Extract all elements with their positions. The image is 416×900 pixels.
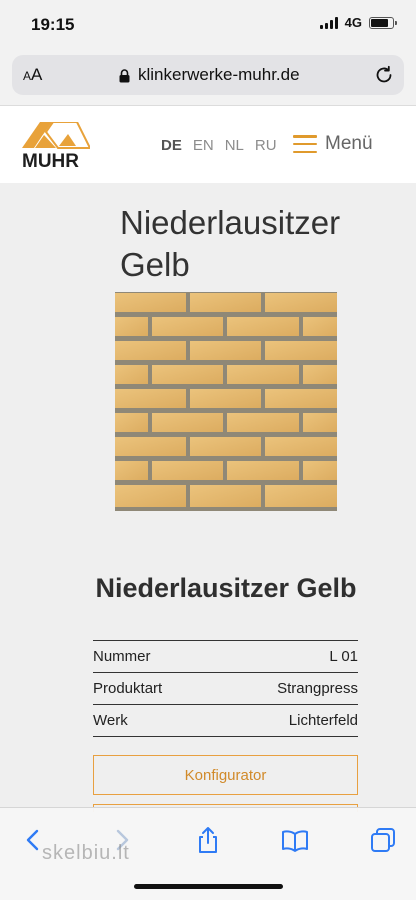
home-indicator — [134, 884, 283, 889]
spec-value: L 01 — [329, 648, 358, 665]
product-title: Niederlausitzer Gelb — [95, 573, 357, 603]
page-title: Niederlausitzer Gelb — [120, 204, 341, 283]
text-size-button[interactable]: AA — [23, 65, 42, 85]
share-icon[interactable] — [194, 826, 222, 854]
spec-value: Strangpress — [277, 680, 358, 697]
address-bar[interactable]: AA klinkerwerke-muhr.de — [12, 55, 404, 95]
url-text: klinkerwerke-muhr.de — [138, 65, 300, 84]
brick-pattern — [115, 292, 337, 511]
spec-table: Nummer L 01 Produktart Strangpress Werk … — [93, 640, 358, 737]
tabs-icon[interactable] — [369, 826, 397, 854]
lang-de[interactable]: DE — [161, 137, 182, 154]
brick-sample-image — [115, 292, 337, 511]
spec-row-product-type: Produktart Strangpress — [93, 673, 358, 705]
lang-ru[interactable]: RU — [255, 137, 277, 154]
logo-text[interactable]: MUHR — [22, 151, 79, 173]
configurator-button[interactable]: Konfigurator — [93, 755, 358, 795]
watermark: skelbiu.lt — [42, 842, 130, 864]
bookmarks-icon[interactable] — [281, 826, 309, 854]
status-indicators: 4G — [319, 15, 397, 30]
menu-button[interactable]: Menü — [293, 133, 373, 155]
site-header: MUHR DE EN NL RU Menü — [0, 105, 416, 183]
lang-en[interactable]: EN — [193, 137, 214, 154]
status-bar: 19:15 4G — [0, 0, 416, 50]
battery-icon — [369, 16, 397, 29]
spec-label: Produktart — [93, 680, 163, 697]
spec-label: Nummer — [93, 648, 151, 665]
spec-value: Lichterfeld — [288, 712, 358, 729]
menu-label: Menü — [325, 133, 373, 154]
browser-address-area: AA klinkerwerke-muhr.de — [0, 50, 416, 105]
status-time: 19:15 — [31, 15, 75, 34]
lock-icon — [119, 69, 130, 83]
spec-row-plant: Werk Lichterfeld — [93, 705, 358, 737]
language-switcher: DE EN NL RU — [161, 137, 277, 154]
spec-label: Werk — [93, 712, 128, 729]
network-type: 4G — [344, 15, 362, 30]
url-display[interactable]: klinkerwerke-muhr.de — [119, 65, 300, 85]
reload-icon[interactable] — [373, 64, 395, 86]
hamburger-icon — [293, 135, 317, 153]
lang-nl[interactable]: NL — [225, 137, 244, 154]
cellular-signal-icon — [319, 16, 338, 29]
spec-row-number: Nummer L 01 — [93, 641, 358, 673]
